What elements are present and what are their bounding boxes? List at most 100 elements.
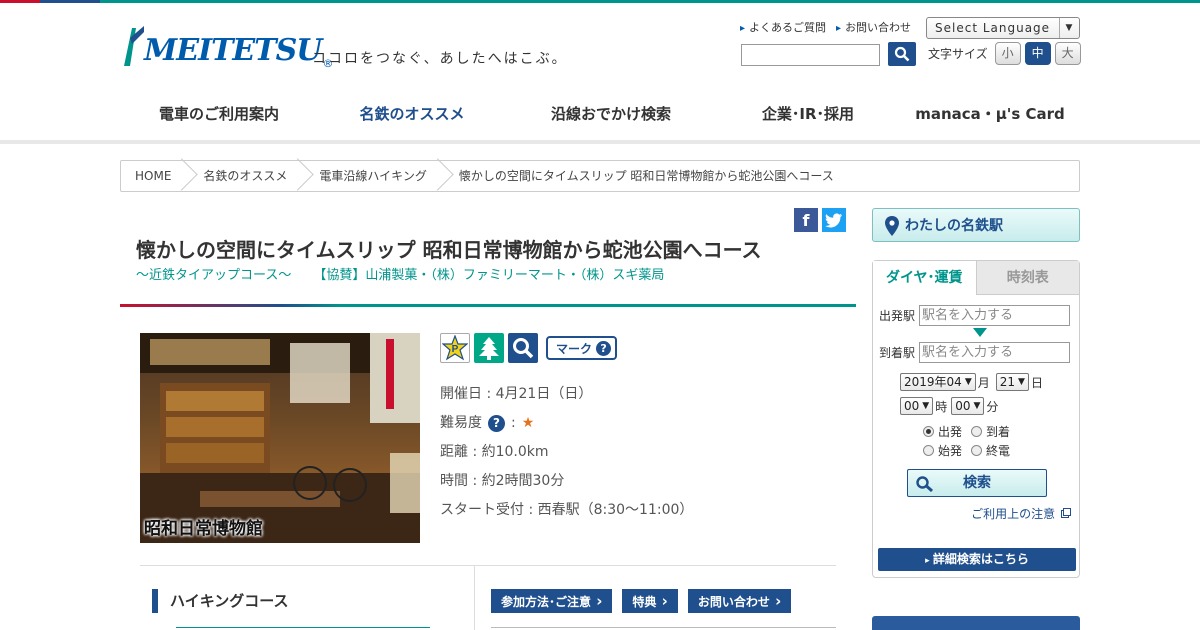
breadcrumb-hiking[interactable]: 電車沿線ハイキング <box>301 161 440 191</box>
twitter-icon[interactable] <box>822 208 846 232</box>
start-reception: スタート受付 : 西春駅（8:30～11:00） <box>440 502 694 518</box>
museum-photo: 昭和日常博物館 <box>140 333 420 543</box>
tab-dia-fare[interactable]: ダイヤ･運賃 <box>873 261 976 295</box>
minute-select[interactable]: 00 ▼ <box>951 397 985 415</box>
language-select-label: Select Language <box>935 21 1051 35</box>
logo-text: MEITETSU <box>144 33 322 68</box>
nav-item-outing-search[interactable]: 沿線おでかけ検索 <box>506 88 716 144</box>
radio-depart-label: 出発 <box>938 425 963 439</box>
breadcrumb-recommend[interactable]: 名鉄のオススメ <box>185 161 301 191</box>
search-icon <box>894 46 910 62</box>
usage-notice-label: ご利用上の注意 <box>971 507 1056 521</box>
page-title: 懐かしの空間にタイムスリップ 昭和日常博物館から蛇池公園へコース <box>136 238 762 262</box>
time-row: 00 ▼ 時 00 ▼ 分 <box>900 397 998 415</box>
font-size-large-button[interactable]: 大 <box>1054 42 1081 65</box>
mark-help-button[interactable]: マーク ? <box>546 336 618 360</box>
detail-search-button[interactable]: ▸ 詳細検索はこちら <box>878 548 1076 571</box>
chevron-down-icon: ▼ <box>922 401 930 411</box>
radio-arrive-label: 到着 <box>986 425 1011 439</box>
facebook-icon[interactable]: f <box>794 208 818 232</box>
tab-contact[interactable]: お問い合わせ <box>687 589 792 613</box>
contact-link[interactable]: お問い合わせ <box>836 19 911 35</box>
from-station-input[interactable]: 駅名を入力する <box>919 305 1071 326</box>
usage-notice-link[interactable]: ご利用上の注意 <box>971 505 1071 522</box>
title-underline <box>120 304 856 307</box>
column-divider <box>474 565 475 630</box>
radio-first-label: 始発 <box>938 444 963 458</box>
my-station-label: わたしの名鉄駅 <box>905 218 1003 234</box>
hour-unit: 時 <box>935 399 948 414</box>
hour-select[interactable]: 00 ▼ <box>900 397 934 415</box>
font-size-medium-button[interactable]: 中 <box>1024 42 1051 65</box>
nav-item-recommend[interactable]: 名鉄のオススメ <box>318 88 506 144</box>
map-pin-icon <box>885 216 899 236</box>
font-size-control: 文字サイズ 小 中 大 <box>928 42 1081 65</box>
utility-links: よくあるご質問 お問い合わせ <box>740 19 911 35</box>
nav-divider <box>0 140 1200 144</box>
route-search-label: 検索 <box>963 475 991 491</box>
sponsor-label: 【協賛】山浦製菓・（株）ファミリーマート・（株）スギ薬局 <box>313 268 665 283</box>
chevron-right-icon: ▸ <box>925 556 933 566</box>
faq-link[interactable]: よくあるご質問 <box>740 19 826 35</box>
chevron-down-icon: ▼ <box>973 401 981 411</box>
sidebar-banner-edge <box>872 616 1080 630</box>
site-search-input[interactable] <box>741 44 880 66</box>
radio-arrive[interactable]: 到着 <box>971 423 1010 440</box>
tree-icon <box>474 333 504 363</box>
event-date: 開催日 : 4月21日（日） <box>440 386 593 402</box>
radio-first[interactable]: 始発 <box>923 442 962 459</box>
search-icon <box>916 476 934 492</box>
top-color-bar <box>0 0 1200 3</box>
meitetsu-logo[interactable]: MEITETSU ® <box>122 24 333 74</box>
minute-value: 00 <box>955 399 971 413</box>
nav-item-train-guide[interactable]: 電車のご利用案内 <box>120 88 318 144</box>
chevron-down-icon: ▼ <box>1059 18 1079 38</box>
arrow-down-icon <box>973 328 987 337</box>
tieup-label: ～近鉄タイアップコース～ <box>136 268 292 283</box>
svg-text:P: P <box>452 344 459 355</box>
day-select[interactable]: 21 ▼ <box>995 373 1029 391</box>
breadcrumb-home[interactable]: HOME <box>121 161 185 191</box>
course-marks: P マーク ? <box>440 333 618 363</box>
mark-button-label: マーク <box>556 341 593 356</box>
route-search-panel: ダイヤ･運賃 時刻表 出発駅 駅名を入力する 到着駅 駅名を入力する 2019年… <box>872 260 1080 578</box>
page-subtitle: ～近鉄タイアップコース～ 【協賛】山浦製菓・（株）ファミリーマート・（株）スギ薬局 <box>136 264 664 283</box>
tab-benefits[interactable]: 特典 <box>622 589 678 613</box>
parking-icon: P <box>440 333 470 363</box>
distance: 距離 : 約10.0km <box>440 444 549 460</box>
museum-interior-illustration <box>140 333 420 543</box>
tab-participation[interactable]: 参加方法･ご注意 <box>491 589 613 613</box>
info-tabs: 参加方法･ご注意 特典 お問い合わせ <box>491 589 792 613</box>
to-station-input[interactable]: 駅名を入力する <box>919 342 1071 363</box>
radio-depart[interactable]: 出発 <box>923 423 962 440</box>
breadcrumb-current: 懐かしの空間にタイムスリップ 昭和日常博物館から蛇池公園へコース <box>458 169 834 183</box>
radio-last[interactable]: 終電 <box>971 442 1010 459</box>
route-tabs: ダイヤ･運賃 時刻表 <box>873 261 1079 295</box>
day-value: 21 <box>999 375 1016 389</box>
difficulty-star-icon: ★ <box>521 415 535 431</box>
from-label: 出発駅 <box>879 309 916 323</box>
year-month-select[interactable]: 2019年04 ▼ <box>900 373 976 391</box>
year-month-value: 2019年04 <box>904 375 962 389</box>
language-select[interactable]: Select Language ▼ <box>926 17 1080 39</box>
difficulty-separator: : <box>511 415 516 431</box>
course-details: 開催日 : 4月21日（日） 難易度 ? : ★ 距離 : 約10.0km 時間… <box>440 380 693 525</box>
nav-item-corporate[interactable]: 企業･IR･採用 <box>716 88 900 144</box>
nav-item-manaca[interactable]: manaca・μ's Card <box>900 88 1080 144</box>
difficulty-help-icon[interactable]: ? <box>488 415 505 432</box>
detail-search-label: 詳細検索はこちら <box>932 552 1029 566</box>
chevron-down-icon: ▼ <box>964 377 972 387</box>
tab-timetable[interactable]: 時刻表 <box>975 261 1079 295</box>
radio-dot <box>971 426 982 437</box>
to-row: 到着駅 駅名を入力する <box>879 342 1071 363</box>
photo-caption: 昭和日常博物館 <box>144 519 263 539</box>
minute-unit: 分 <box>986 399 999 414</box>
radio-dot <box>971 445 982 456</box>
route-search-button[interactable]: 検索 <box>907 469 1047 497</box>
external-link-icon <box>1061 508 1071 518</box>
date-row: 2019年04 ▼ 月 21 ▼ 日 <box>900 373 1043 391</box>
my-station-button[interactable]: わたしの名鉄駅 <box>872 208 1080 242</box>
site-search-button[interactable] <box>888 42 916 66</box>
font-size-small-button[interactable]: 小 <box>994 42 1021 65</box>
breadcrumb: HOME 名鉄のオススメ 電車沿線ハイキング 懐かしの空間にタイムスリップ 昭和… <box>120 160 1080 192</box>
